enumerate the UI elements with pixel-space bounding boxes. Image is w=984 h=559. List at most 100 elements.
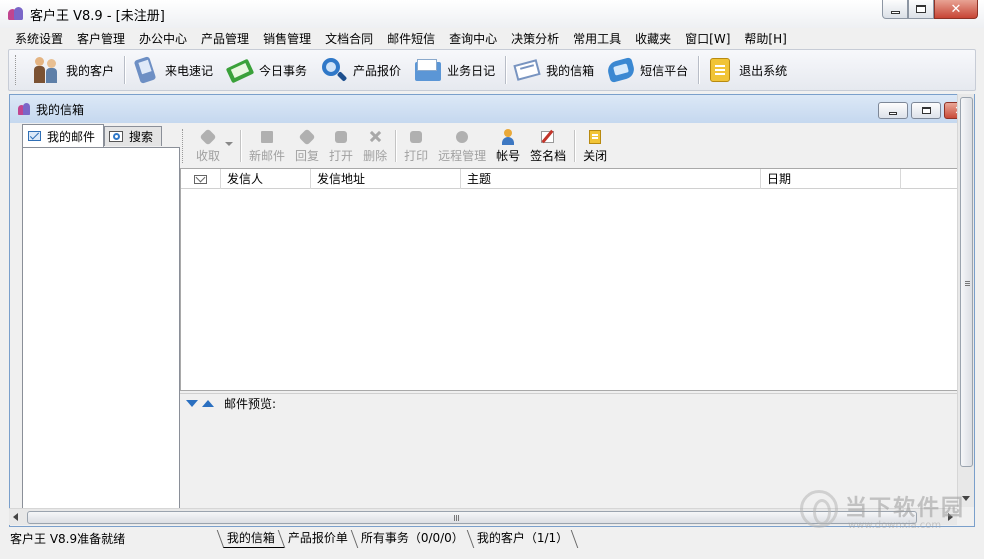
status-text: 客户王 V8.9准备就绪 [10,531,126,546]
delete-icon [367,129,383,145]
tab-my-mail[interactable]: 我的邮件 [22,124,105,147]
call-log-button[interactable]: 来电速记 [127,52,221,88]
mailbox-maximize-button[interactable] [911,102,941,119]
menu-mail-sms[interactable]: 邮件短信 [380,30,442,47]
window-tab-label: 我的客户（1/1） [476,531,569,545]
business-diary-label: 业务日记 [447,63,496,78]
preview-label: 邮件预览: [224,397,277,411]
business-diary-button[interactable]: 业务日记 [409,52,503,88]
print-button[interactable]: 打印 [399,125,433,164]
maximize-icon [921,107,931,114]
mail-folder-tree[interactable] [22,147,180,509]
column-header-date[interactable]: 日期 [761,169,901,189]
mail-toolbar-separator [395,130,397,162]
signature-label: 签名档 [530,149,567,163]
menu-sales-management[interactable]: 销售管理 [256,30,318,47]
window-tab-my-customers[interactable]: 我的客户（1/1） [466,530,579,548]
menu-customer-management[interactable]: 客户管理 [70,30,132,47]
preview-bar: 邮件预览: [180,393,958,413]
menu-decision-analysis[interactable]: 决策分析 [504,30,566,47]
my-customers-label: 我的客户 [66,63,115,78]
search-icon [109,130,125,144]
vertical-scrollbar[interactable] [957,94,974,507]
tab-my-mail-label: 我的邮件 [47,129,96,144]
exit-system-button[interactable]: 退出系统 [701,52,795,88]
menu-office-center[interactable]: 办公中心 [132,30,194,47]
scroll-left-icon[interactable] [13,513,18,521]
delete-button[interactable]: 删除 [358,125,392,164]
today-tasks-label: 今日事务 [259,63,308,78]
menu-query-center[interactable]: 查询中心 [442,30,504,47]
menu-window[interactable]: 窗口[W] [678,30,737,47]
phone-icon [131,55,161,85]
minimize-button[interactable] [882,0,908,19]
menu-common-tools[interactable]: 常用工具 [566,30,628,47]
horizontal-scroll-thumb[interactable] [27,511,917,524]
folder-icon [413,55,443,85]
product-quote-button[interactable]: 产品报价 [315,52,409,88]
receive-label: 收取 [196,149,221,163]
window-tab-all-tasks[interactable]: 所有事务（0/0/0） [350,530,474,548]
expand-down-icon[interactable] [186,400,198,407]
window-tab-label: 产品报价单 [287,531,348,545]
window-tab-my-mailbox[interactable]: 我的信箱 [216,530,285,548]
print-icon [408,129,424,145]
notebook-icon [225,55,255,85]
sms-platform-label: 短信平台 [640,63,689,78]
tab-search[interactable]: 搜索 [104,126,163,146]
new-mail-button[interactable]: 新邮件 [244,125,290,164]
menu-documents-contracts[interactable]: 文档合同 [318,30,380,47]
column-header-subject[interactable]: 主题 [461,169,761,189]
new-mail-icon [259,129,275,145]
remote-manage-button[interactable]: 远程管理 [433,125,491,164]
menu-favorites[interactable]: 收藏夹 [628,30,678,47]
open-button[interactable]: 打开 [324,125,358,164]
mail-list[interactable]: 发信人 发信地址 主题 日期 [180,168,958,391]
vertical-scroll-thumb[interactable] [960,97,973,467]
mailbox-title-bar: 我的信箱 ✕ [10,95,974,123]
signature-button[interactable]: 签名档 [525,125,571,164]
close-button[interactable]: ✕ [934,0,978,19]
mailbox-minimize-button[interactable] [878,102,908,119]
toolbar-separator [505,56,507,84]
maximize-button[interactable] [908,0,934,19]
today-tasks-button[interactable]: 今日事务 [221,52,315,88]
my-mailbox-button[interactable]: 我的信箱 [508,52,602,88]
menu-help[interactable]: 帮助[H] [737,30,793,47]
receive-button[interactable]: 收取 [191,125,225,164]
mail-toolbar: 收取 新邮件 回复 打开 删除 打印 远程管理 帐号 签名档 关闭 [180,125,958,167]
sms-platform-button[interactable]: 短信平台 [602,52,696,88]
maximize-icon [916,5,926,13]
remote-manage-label: 远程管理 [438,149,487,163]
menu-system-settings[interactable]: 系统设置 [8,30,70,47]
toolbar-grip[interactable] [15,55,18,85]
close-mailbox-button[interactable]: 关闭 [578,125,612,164]
menu-product-management[interactable]: 产品管理 [194,30,256,47]
column-header-sender[interactable]: 发信人 [221,169,311,189]
envelope-icon [194,174,207,184]
open-label: 打开 [329,149,354,163]
minimize-icon [890,10,900,14]
menu-bar: 系统设置 客户管理 办公中心 产品管理 销售管理 文档合同 邮件短信 查询中心 … [0,28,984,48]
toolbar-separator [124,56,126,84]
reply-button[interactable]: 回复 [290,125,324,164]
mail-toolbar-separator [574,130,576,162]
window-tab-product-quote[interactable]: 产品报价单 [277,530,358,548]
column-header-status[interactable] [181,169,221,189]
watermark-name: 当下软件园 [845,496,966,521]
my-customers-button[interactable]: 我的客户 [28,52,122,88]
window-title: 客户王 V8.9 - [未注册] [30,8,165,24]
my-mailbox-label: 我的信箱 [546,63,595,78]
app-window: 客户王 V8.9 - [未注册] ✕ 系统设置 客户管理 办公中心 产品管理 销… [0,0,984,559]
account-button[interactable]: 帐号 [491,125,525,164]
minimize-icon [889,111,897,115]
collapse-up-icon[interactable] [202,400,214,407]
window-tab-label: 所有事务（0/0/0） [360,531,464,545]
column-header-sender-address[interactable]: 发信地址 [311,169,461,189]
mail-list-header: 发信人 发信地址 主题 日期 [181,169,957,189]
reply-label: 回复 [295,149,320,163]
account-icon [500,129,516,145]
mailbox-window-icon [18,102,32,116]
receive-dropdown-icon[interactable] [225,142,234,146]
mail-toolbar-grip[interactable] [182,129,185,163]
